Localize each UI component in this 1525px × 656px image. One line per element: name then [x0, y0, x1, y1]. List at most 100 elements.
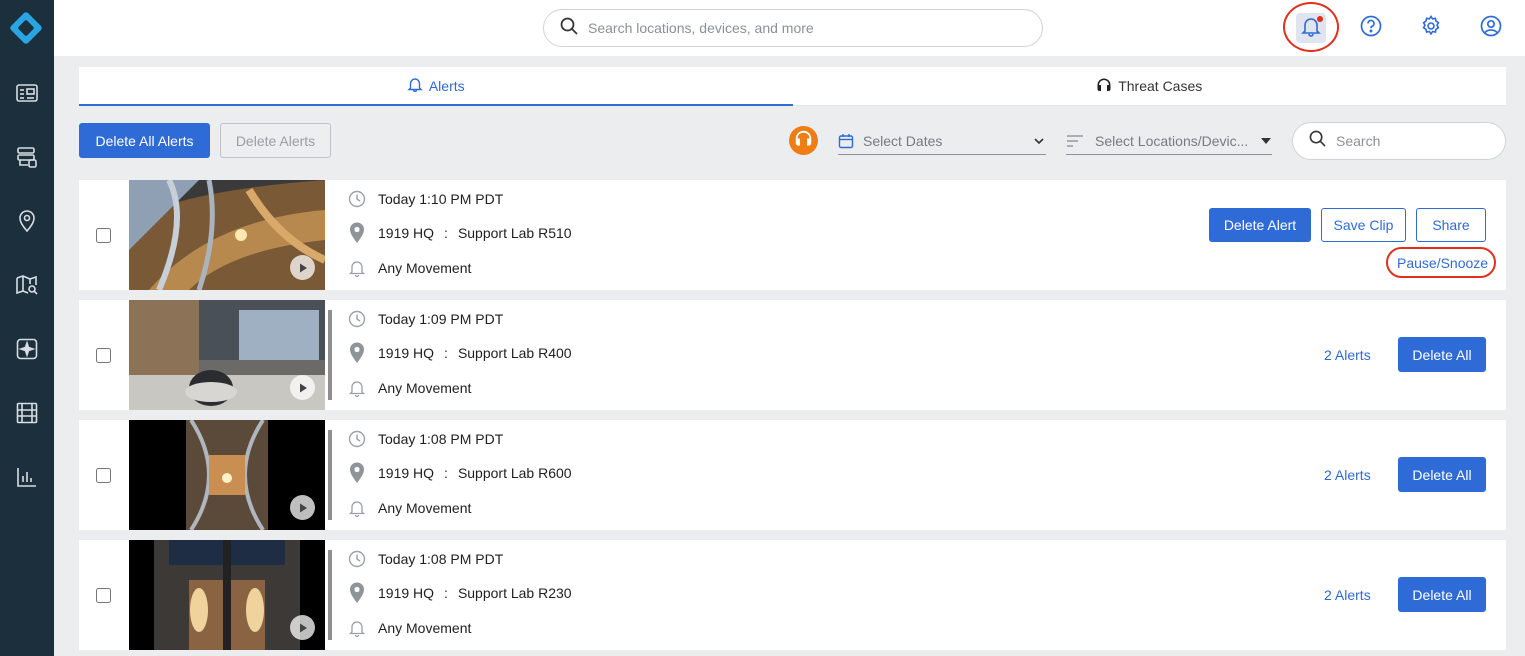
alert-card: Today 1:08 PM PDT 1919 HQ : Support Lab …	[79, 420, 1506, 530]
play-icon[interactable]	[290, 255, 315, 280]
alert-thumbnail[interactable]	[129, 540, 325, 650]
play-icon[interactable]	[290, 375, 315, 400]
select-dates-label: Select Dates	[863, 132, 943, 149]
caret-down-icon	[1260, 136, 1272, 146]
tab-alerts-label: Alerts	[428, 77, 465, 94]
alert-time: Today 1:08 PM PDT	[378, 431, 504, 447]
alert-time-row: Today 1:10 PM PDT	[346, 188, 503, 210]
global-search-input[interactable]	[588, 20, 1008, 36]
tab-bar: Alerts Threat Cases	[79, 67, 1506, 106]
account-icon	[1480, 15, 1502, 42]
alert-checkbox[interactable]	[96, 228, 111, 243]
alert-event-row: Any Movement	[346, 497, 471, 519]
alert-event: Any Movement	[378, 380, 472, 396]
select-locations-dropdown[interactable]: Select Locations/Devic...	[1066, 127, 1272, 155]
dashboard-icon[interactable]	[13, 79, 41, 107]
alert-location-row: 1919 HQ : Support Lab R510	[346, 222, 572, 244]
location-pin-icon	[346, 582, 368, 604]
alert-separator: :	[444, 465, 448, 481]
help-icon	[1360, 15, 1382, 42]
alerts-count-link[interactable]: 2 Alerts	[1324, 467, 1371, 483]
settings-button[interactable]	[1416, 13, 1446, 43]
tab-alerts[interactable]: Alerts	[79, 67, 793, 106]
alert-card: Today 1:10 PM PDT 1919 HQ : Support Lab …	[79, 180, 1506, 290]
clock-icon	[346, 428, 368, 450]
alert-location-row: 1919 HQ : Support Lab R230	[346, 582, 572, 604]
delete-alert-button[interactable]: Delete Alert	[1209, 208, 1311, 242]
alert-event-row: Any Movement	[346, 617, 471, 639]
alert-checkbox[interactable]	[96, 468, 111, 483]
select-dates-dropdown[interactable]: Select Dates	[838, 127, 1046, 155]
map-icon[interactable]	[13, 271, 41, 299]
alert-device: Support Lab R400	[457, 345, 572, 361]
analytics-icon[interactable]	[13, 463, 41, 491]
alert-separator: :	[444, 225, 448, 241]
filter-lines-icon	[1066, 134, 1084, 148]
threat-support-badge[interactable]	[789, 126, 818, 155]
global-search-box[interactable]	[543, 9, 1043, 47]
play-icon[interactable]	[290, 615, 315, 640]
stacked-alerts-indicator	[328, 430, 332, 520]
location-pin-icon	[346, 342, 368, 364]
bell-icon	[346, 257, 368, 279]
alert-time: Today 1:09 PM PDT	[378, 311, 504, 327]
alerts-search-input[interactable]	[1336, 133, 1486, 149]
share-button[interactable]: Share	[1416, 208, 1486, 242]
alert-site: 1919 HQ	[378, 585, 435, 601]
alerts-count-link[interactable]: 2 Alerts	[1324, 347, 1371, 363]
alert-thumbnail[interactable]	[129, 180, 325, 290]
notifications-button[interactable]	[1296, 13, 1326, 43]
add-widget-icon[interactable]	[13, 335, 41, 363]
alert-separator: :	[444, 585, 448, 601]
alerts-search-box[interactable]	[1292, 122, 1506, 160]
pause-snooze-link[interactable]: Pause/Snooze	[1397, 255, 1488, 271]
alert-time-row: Today 1:09 PM PDT	[346, 308, 503, 330]
account-button[interactable]	[1476, 13, 1506, 43]
help-button[interactable]	[1356, 13, 1386, 43]
stacked-alerts-indicator	[328, 550, 332, 640]
bell-icon	[346, 617, 368, 639]
alert-device: Support Lab R510	[457, 225, 572, 241]
bell-icon	[407, 76, 429, 95]
alert-device: Support Lab R230	[457, 585, 572, 601]
alert-event: Any Movement	[378, 260, 472, 276]
delete-all-button[interactable]: Delete All	[1398, 577, 1486, 612]
alerts-count-link[interactable]: 2 Alerts	[1324, 587, 1371, 603]
alert-event: Any Movement	[378, 620, 472, 636]
alert-checkbox[interactable]	[96, 588, 111, 603]
video-film-icon[interactable]	[13, 399, 41, 427]
alert-thumbnail[interactable]	[129, 420, 325, 530]
save-clip-button[interactable]: Save Clip	[1321, 208, 1406, 242]
alert-event: Any Movement	[378, 500, 472, 516]
search-icon	[1309, 130, 1326, 152]
alert-time: Today 1:10 PM PDT	[378, 191, 504, 207]
alert-event-row: Any Movement	[346, 257, 471, 279]
bell-icon	[346, 377, 368, 399]
alert-device: Support Lab R600	[457, 465, 572, 481]
alert-checkbox[interactable]	[96, 348, 111, 363]
clock-icon	[346, 548, 368, 570]
alert-card: Today 1:09 PM PDT 1919 HQ : Support Lab …	[79, 300, 1506, 410]
notification-dot	[1317, 16, 1323, 22]
select-locations-label: Select Locations/Devic...	[1095, 132, 1249, 149]
delete-all-button[interactable]: Delete All	[1398, 337, 1486, 372]
alert-site: 1919 HQ	[378, 345, 435, 361]
alert-location-row: 1919 HQ : Support Lab R400	[346, 342, 572, 364]
location-pin-icon	[346, 462, 368, 484]
delete-all-button[interactable]: Delete All	[1398, 457, 1486, 492]
location-icon[interactable]	[13, 207, 41, 235]
sidebar	[0, 0, 54, 656]
alert-thumbnail[interactable]	[129, 300, 325, 410]
tab-threat-cases[interactable]: Threat Cases	[792, 67, 1506, 106]
play-icon[interactable]	[290, 495, 315, 520]
search-icon	[560, 17, 578, 40]
delete-all-alerts-button[interactable]: Delete All Alerts	[79, 123, 210, 158]
alert-site: 1919 HQ	[378, 465, 435, 481]
delete-alerts-button[interactable]: Delete Alerts	[220, 123, 331, 158]
brand-logo[interactable]	[8, 10, 44, 46]
location-pin-icon	[346, 222, 368, 244]
alert-event-row: Any Movement	[346, 377, 471, 399]
headset-icon	[794, 129, 813, 153]
devices-icon[interactable]	[13, 143, 41, 171]
alert-time-row: Today 1:08 PM PDT	[346, 548, 503, 570]
